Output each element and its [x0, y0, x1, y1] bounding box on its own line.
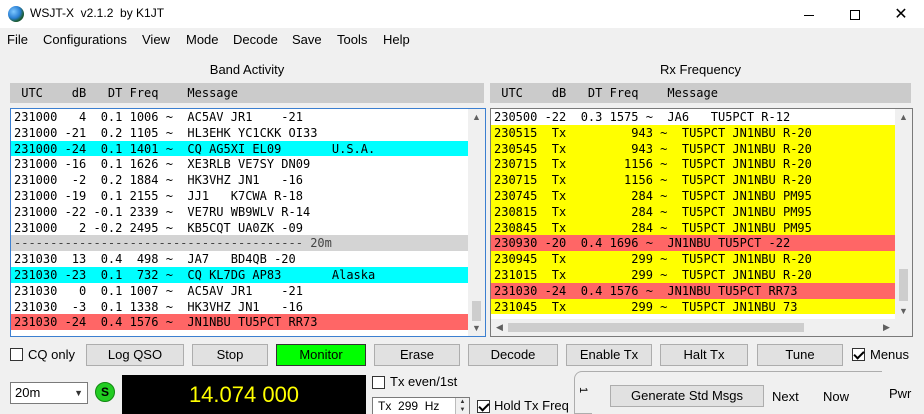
list-item[interactable]: 231030 -24 0.4 1576 ~ JN1NBU TU5PCT RR73 [11, 314, 485, 331]
list-item[interactable]: 230845 Tx 284 ~ TU5PCT JN1NBU PM95 [491, 219, 912, 236]
app-author: by K1JT [120, 6, 165, 20]
monitor-button[interactable]: Monitor [276, 344, 366, 366]
rx-frequency-hscrollbar[interactable]: ◀ ▶ [491, 319, 895, 336]
scroll-up-icon[interactable]: ▲ [895, 109, 912, 125]
list-item[interactable]: 230715 Tx 1156 ~ TU5PCT JN1NBU R-20 [491, 156, 912, 173]
list-item[interactable]: 231000 -2 0.2 1884 ~ HK3VHZ JN1 -16 [11, 172, 485, 188]
menu-decode[interactable]: Decode [233, 32, 278, 47]
menu-save[interactable]: Save [292, 32, 322, 47]
globe-icon [8, 6, 24, 22]
close-button[interactable]: ✕ [878, 0, 924, 28]
cq-only-label: CQ only [28, 347, 75, 362]
app-name: WSJT-X [30, 6, 74, 20]
tx-freq-unit: Hz [424, 399, 440, 413]
maximize-icon [850, 10, 860, 21]
list-item[interactable]: 231030 -23 0.1 732 ~ CQ KL7DG AP83 Alask… [11, 266, 485, 283]
now-label: Now [823, 389, 850, 404]
list-item[interactable]: 231000 -19 0.1 2155 ~ JJ1 K7CWA R-18 [11, 187, 485, 204]
dial-frequency-display: 14.074 000 [122, 375, 366, 414]
list-item[interactable]: 231000 -21 0.2 1105 ~ HL3EHK YC1CKK OI33 [11, 124, 485, 141]
list-item[interactable]: 231015 Tx 299 ~ TU5PCT JN1NBU R-20 [491, 266, 912, 283]
band-activity-header: UTC dB DT Freq Message [10, 83, 484, 103]
tx-even-checkbox[interactable] [372, 376, 385, 389]
list-item[interactable]: 231030 0 0.1 1007 ~ AC5AV JR1 -21 [11, 282, 485, 299]
chevron-down-icon: ▼ [74, 388, 83, 398]
list-item[interactable]: 231000 -24 0.1 1401 ~ CQ AG5XI EL09 U.S.… [11, 140, 485, 157]
rx-frequency-scrollbar[interactable]: ▲ ▼ [895, 109, 912, 336]
menus-checkbox[interactable] [852, 348, 865, 361]
band-select[interactable]: 20m ▼ [10, 382, 88, 404]
scroll-right-icon[interactable]: ▶ [878, 319, 895, 336]
menu-tools[interactable]: Tools [337, 32, 367, 47]
spin-arrows-icon[interactable]: ▲ ▼ [455, 398, 469, 414]
rx-frequency-list[interactable]: 230500 -22 0.3 1575 ~ JA6 TU5PCT R-12 230… [490, 108, 913, 337]
hold-tx-freq-checkbox[interactable] [477, 400, 490, 413]
log-qso-button[interactable]: Log QSO [86, 344, 184, 366]
menu-configurations[interactable]: Configurations [43, 32, 127, 47]
list-item[interactable]: 231045 Tx 299 ~ TU5PCT JN1NBU 73 [491, 298, 912, 315]
maximize-button[interactable] [832, 0, 878, 28]
menu-bar: File Configurations View Mode Decode Sav… [0, 28, 924, 52]
scroll-left-icon[interactable]: ◀ [491, 319, 508, 336]
scroll-up-icon[interactable]: ▲ [468, 109, 485, 125]
list-item[interactable]: 230745 Tx 284 ~ TU5PCT JN1NBU PM95 [491, 187, 912, 204]
cq-only-checkbox[interactable] [10, 348, 23, 361]
list-item[interactable]: 231030 13 0.4 498 ~ JA7 BD4QB -20 [11, 251, 485, 267]
tx-freq-prefix: Tx [378, 399, 392, 413]
scroll-thumb[interactable] [472, 301, 481, 321]
list-item[interactable]: 230815 Tx 284 ~ TU5PCT JN1NBU PM95 [491, 203, 912, 220]
hscroll-thumb[interactable] [508, 323, 804, 332]
halt-tx-button[interactable]: Halt Tx [660, 344, 748, 366]
minimize-icon [804, 14, 814, 16]
band-activity-title: Band Activity [209, 62, 285, 77]
erase-button[interactable]: Erase [374, 344, 460, 366]
generate-std-msgs-button[interactable]: Generate Std Msgs [610, 385, 764, 407]
title-bar: WSJT-X v2.1.2 by K1JT ✕ [0, 0, 924, 28]
minimize-button[interactable] [786, 0, 832, 28]
tx-freq-spinbox[interactable]: Tx 299 Hz ▲ ▼ [372, 397, 470, 414]
list-item[interactable]: 231000 -22 -0.1 2339 ~ VE7RU WB9WLV R-14 [11, 203, 485, 220]
scroll-down-icon[interactable]: ▼ [468, 320, 485, 336]
rx-frequency-rows: 230500 -22 0.3 1575 ~ JA6 TU5PCT R-12 230… [491, 109, 912, 315]
list-item[interactable]: 230500 -22 0.3 1575 ~ JA6 TU5PCT R-12 [491, 109, 912, 125]
tune-button[interactable]: Tune [757, 344, 843, 366]
list-item[interactable]: 231030 -24 0.4 1576 ~ JN1NBU TU5PCT RR73 [491, 282, 912, 299]
scroll-down-icon[interactable]: ▼ [895, 303, 912, 319]
band-activity-list[interactable]: 231000 4 0.1 1006 ~ AC5AV JR1 -21 231000 … [10, 108, 486, 337]
app-version: v2.1.2 [80, 6, 114, 20]
list-item[interactable]: 231000 2 -0.2 2495 ~ KB5CQT UA0ZK -09 [11, 219, 485, 236]
list-item[interactable]: 231000 -16 0.1 1626 ~ XE3RLB VE7SY DN09 [11, 156, 485, 173]
tx-even-label: Tx even/1st [390, 374, 458, 389]
next-label: Next [772, 389, 799, 404]
hold-tx-freq-label: Hold Tx Freq [494, 398, 569, 413]
close-icon: ✕ [894, 6, 908, 23]
s-status-badge[interactable]: S [95, 382, 115, 402]
rx-frequency-header: UTC dB DT Freq Message [490, 83, 911, 103]
list-item[interactable]: 230930 -20 0.4 1696 ~ JN1NBU TU5PCT -22 [491, 235, 912, 252]
window-title: WSJT-X v2.1.2 by K1JT [30, 6, 164, 20]
rx-frequency-title: Rx Frequency [660, 62, 741, 77]
list-item[interactable]: 230715 Tx 1156 ~ TU5PCT JN1NBU R-20 [491, 172, 912, 188]
scroll-thumb[interactable] [899, 269, 908, 301]
pwr-label: Pwr [889, 386, 912, 401]
menu-help[interactable]: Help [383, 32, 410, 47]
list-item[interactable]: 230545 Tx 943 ~ TU5PCT JN1NBU R-20 [491, 140, 912, 157]
stop-button[interactable]: Stop [192, 344, 268, 366]
band-activity-rows: 231000 4 0.1 1006 ~ AC5AV JR1 -21 231000 … [11, 109, 485, 331]
enable-tx-button[interactable]: Enable Tx [566, 344, 652, 366]
list-item[interactable]: ----------------------------------------… [11, 235, 485, 252]
list-item[interactable]: 231000 4 0.1 1006 ~ AC5AV JR1 -21 [11, 109, 485, 125]
tx-freq-value: 299 [398, 399, 419, 413]
menus-label: Menus [870, 347, 910, 362]
band-value: 20m [15, 385, 41, 400]
list-item[interactable]: 230945 Tx 299 ~ TU5PCT JN1NBU R-20 [491, 251, 912, 267]
decode-button[interactable]: Decode [468, 344, 558, 366]
tab-1-label: 1 [577, 386, 590, 394]
list-item[interactable]: 230515 Tx 943 ~ TU5PCT JN1NBU R-20 [491, 124, 912, 141]
band-activity-scrollbar[interactable]: ▲ ▼ [468, 109, 485, 336]
menu-view[interactable]: View [142, 32, 170, 47]
menu-mode[interactable]: Mode [186, 32, 219, 47]
menu-file[interactable]: File [7, 32, 28, 47]
list-item[interactable]: 231030 -3 0.1 1338 ~ HK3VHZ JN1 -16 [11, 298, 485, 315]
